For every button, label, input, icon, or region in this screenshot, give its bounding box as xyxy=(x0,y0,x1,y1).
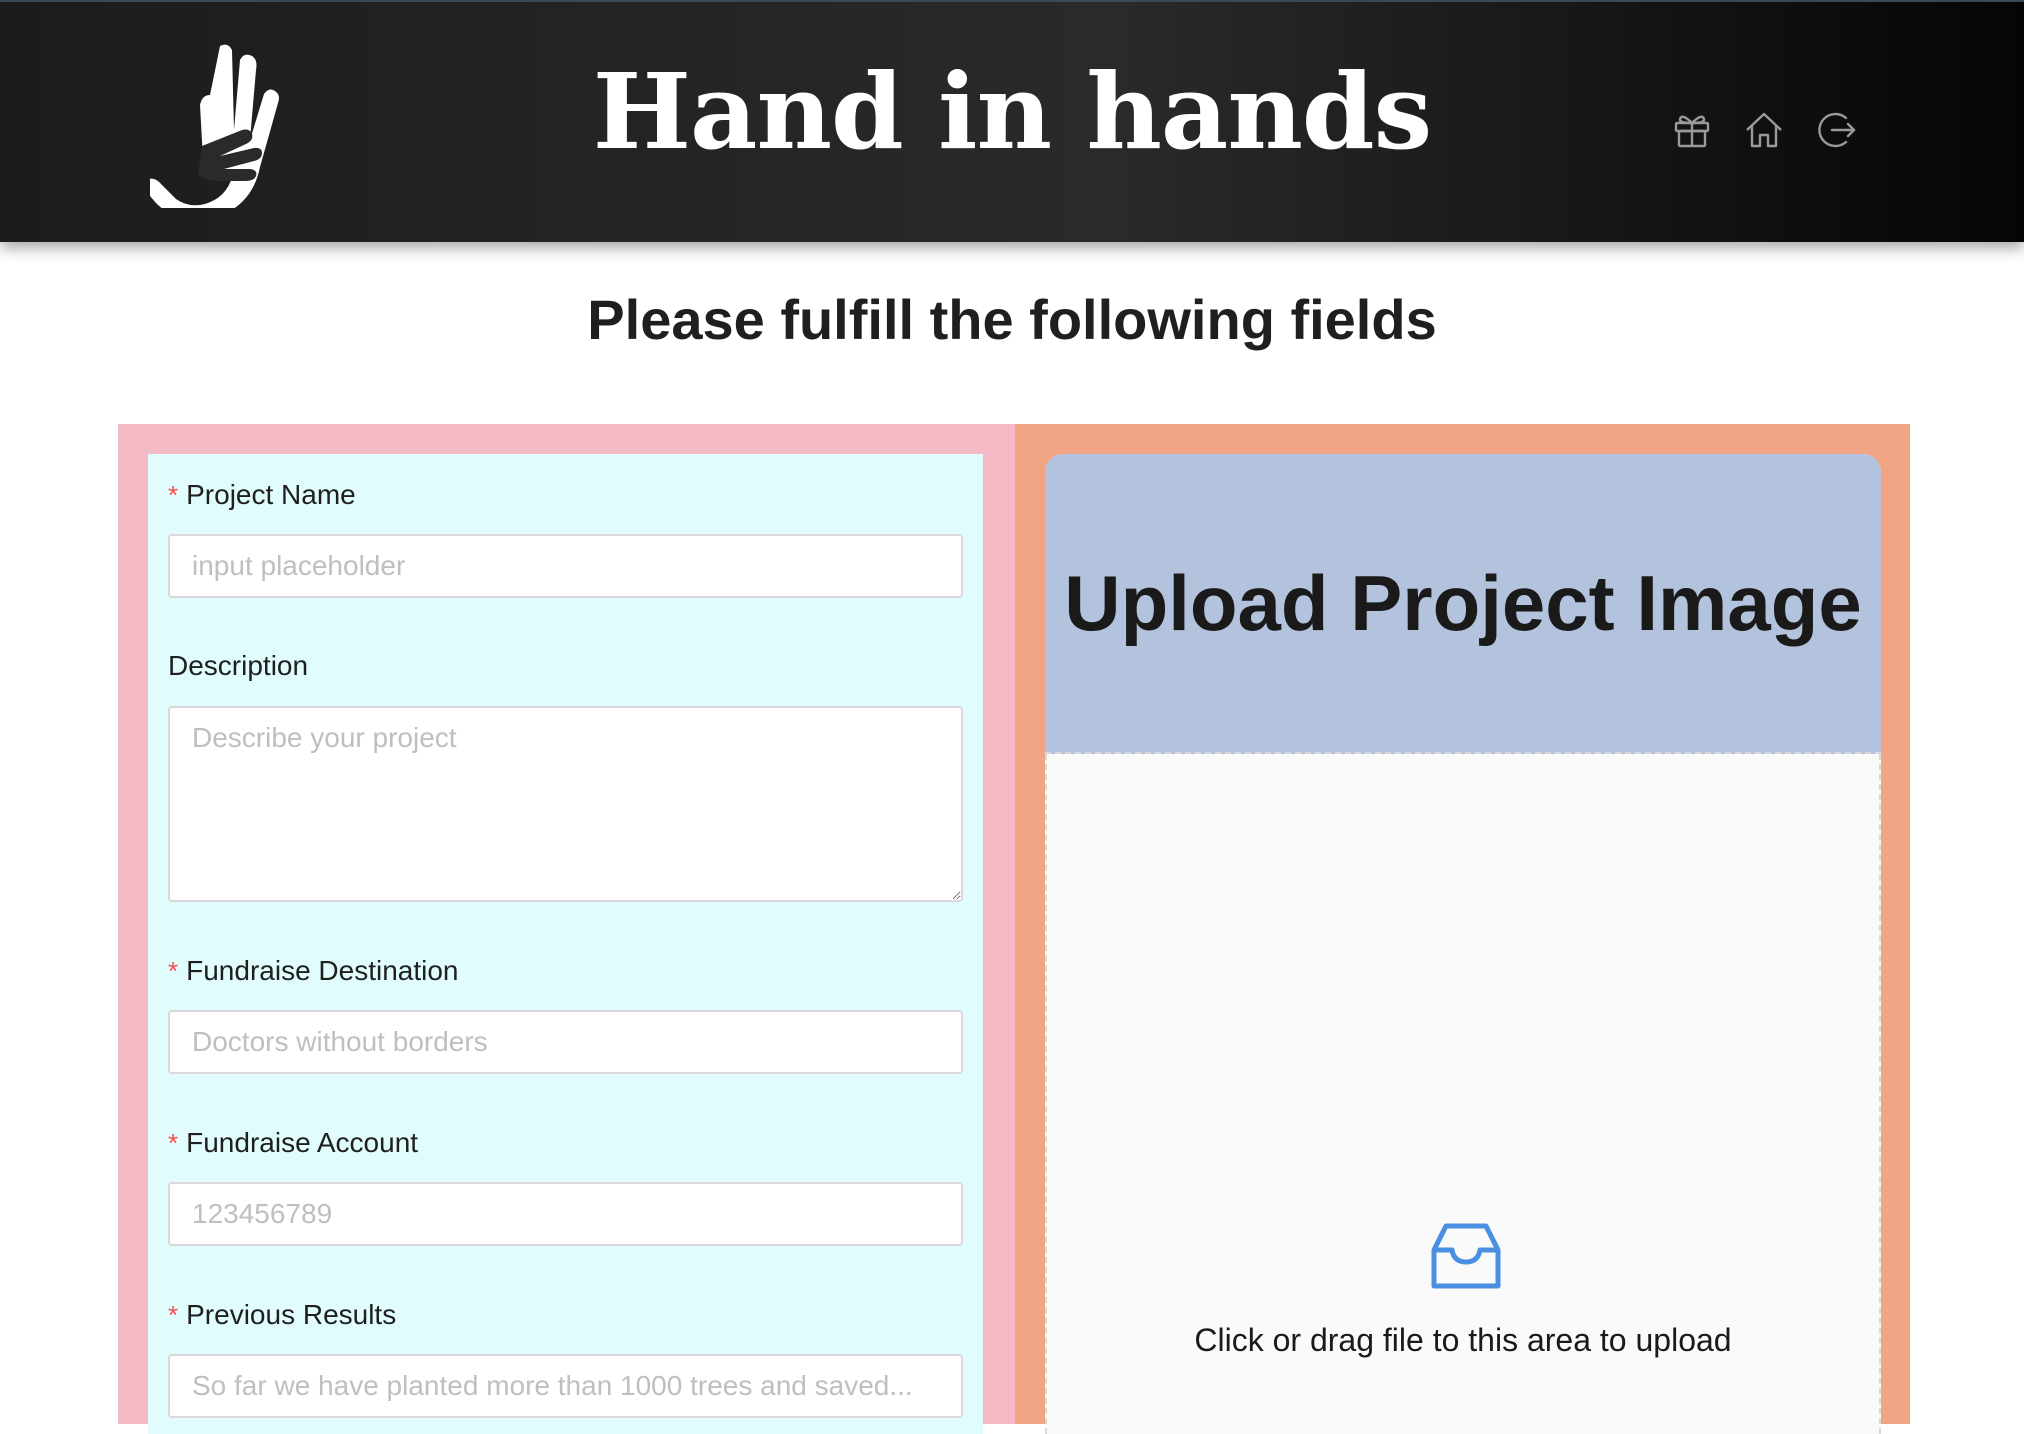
description-textarea[interactable] xyxy=(168,706,963,902)
previous-results-input[interactable] xyxy=(168,1354,963,1418)
project-form: *Project Name Description *Fundraise Des… xyxy=(148,454,983,1434)
upload-card: Upload Project Image Click or drag file … xyxy=(1045,454,1881,1434)
gift-icon[interactable] xyxy=(1672,110,1712,150)
logout-icon[interactable] xyxy=(1816,110,1856,150)
previous-results-label: * Previous Results xyxy=(168,1299,397,1330)
required-marker: * xyxy=(168,1300,179,1330)
header-nav xyxy=(1672,110,1856,150)
fundraise-account-input[interactable] xyxy=(168,1182,963,1246)
required-marker: * xyxy=(168,480,179,510)
fundraise-account-label: * Fundraise Account xyxy=(168,1127,419,1158)
upload-hint: Click or drag file to this area to uploa… xyxy=(1194,1322,1732,1358)
fundraise-destination-input[interactable] xyxy=(168,1010,963,1074)
app-header: Hand in hands xyxy=(0,0,2024,242)
upload-title: Upload Project Image xyxy=(1064,558,1862,647)
fundraise-destination-label: * Fundraise Destination xyxy=(168,955,459,986)
upload-dropzone[interactable]: Click or drag file to this area to uploa… xyxy=(1045,754,1881,1434)
inbox-icon xyxy=(1431,1223,1501,1289)
description-label: Description xyxy=(168,650,309,681)
upload-header: Upload Project Image xyxy=(1045,454,1881,754)
upload-panel: Upload Project Image Click or drag file … xyxy=(1015,424,1910,1434)
page-subtitle: Please fulfill the following fields xyxy=(587,288,1437,351)
project-name-label: * Project Name xyxy=(168,479,356,510)
required-marker: * xyxy=(168,1128,179,1158)
home-icon[interactable] xyxy=(1744,110,1784,150)
project-name-input[interactable] xyxy=(168,534,963,598)
required-marker: * xyxy=(168,956,179,986)
form-panel: *Project Name Description *Fundraise Des… xyxy=(118,424,1015,1434)
